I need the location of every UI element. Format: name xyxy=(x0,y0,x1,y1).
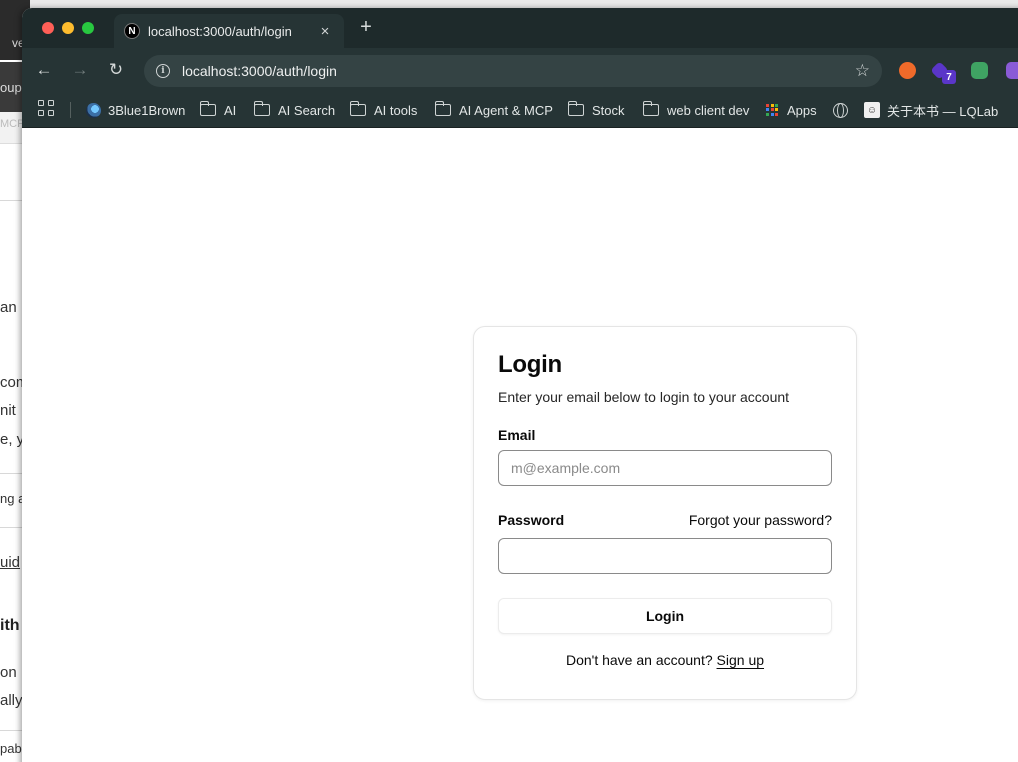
background-text: ally xyxy=(0,692,23,709)
background-text: on xyxy=(0,664,17,681)
browser-titlebar: N localhost:3000/auth/login × + xyxy=(22,8,1018,48)
background-text: MCP xyxy=(0,118,25,130)
browser-toolbar: ← → ↻ i localhost:3000/auth/login ☆ 7 xyxy=(22,48,1018,92)
bookmarks-bar: 3Blue1Brown AI AI Search AI tools AI Age… xyxy=(22,92,1018,128)
bookmark-label: web client dev xyxy=(667,102,750,118)
bookmark-label: AI xyxy=(224,102,237,118)
password-label: Password xyxy=(498,512,565,528)
extension-violet-icon[interactable] xyxy=(1006,62,1018,79)
background-text: uid xyxy=(0,554,21,571)
folder-icon xyxy=(434,101,451,116)
background-text: oup xyxy=(0,80,22,95)
extension-robot-icon[interactable] xyxy=(971,62,988,79)
folder-icon xyxy=(642,101,659,116)
face-icon: ☺ xyxy=(864,102,880,118)
bookmark-label: AI tools xyxy=(374,102,418,118)
background-divider xyxy=(0,527,24,528)
close-window-button[interactable] xyxy=(42,22,54,34)
globe-icon xyxy=(833,102,848,118)
address-url[interactable]: localhost:3000/auth/login xyxy=(182,63,855,79)
reload-button[interactable]: ↻ xyxy=(104,58,128,82)
background-text: ith xyxy=(0,617,20,634)
password-row: Password Forgot your password? xyxy=(498,512,832,528)
email-label: Email xyxy=(498,427,536,443)
login-button[interactable]: Login xyxy=(498,598,832,634)
tab-login[interactable]: N localhost:3000/auth/login × xyxy=(114,14,344,48)
maximize-window-button[interactable] xyxy=(82,22,94,34)
bookmark-3blue1brown[interactable]: 3Blue1Brown xyxy=(86,92,185,128)
bookmark-folder-web-client-dev[interactable]: web client dev xyxy=(642,92,750,128)
bookmark-label: 3Blue1Brown xyxy=(108,102,186,118)
new-tab-button[interactable]: + xyxy=(356,16,376,39)
signup-prompt: Don't have an account? xyxy=(565,652,717,668)
bookmark-label: AI Search xyxy=(278,102,336,118)
desktop: ve oup MCP an com nit e, y ng a uid ith … xyxy=(0,0,1018,762)
folder-icon xyxy=(567,101,584,116)
bookmarks-separator xyxy=(70,102,71,118)
login-card: Login Enter your email below to login to… xyxy=(473,326,857,700)
background-text: pab xyxy=(0,741,22,756)
background-divider xyxy=(0,473,24,474)
3b1b-icon xyxy=(86,102,101,118)
bookmark-star-icon[interactable]: ☆ xyxy=(855,61,870,81)
email-field[interactable] xyxy=(498,450,832,486)
page-content: Login Enter your email below to login to… xyxy=(22,129,1018,762)
folder-icon xyxy=(199,101,216,116)
background-divider xyxy=(0,200,24,201)
forgot-password-link[interactable]: Forgot your password? xyxy=(689,512,832,528)
signup-row: Don't have an account? Sign up xyxy=(498,652,832,668)
forward-button[interactable]: → xyxy=(68,58,92,82)
folder-icon xyxy=(349,101,366,116)
bookmark-folder-ai-tools[interactable]: AI tools xyxy=(349,92,418,128)
signup-link[interactable]: Sign up xyxy=(717,652,764,668)
apps-grid-icon xyxy=(766,103,779,117)
extension-orange-icon[interactable] xyxy=(899,62,916,79)
bookmark-label: Apps xyxy=(787,102,817,118)
back-button[interactable]: ← xyxy=(32,58,56,82)
site-info-icon[interactable]: i xyxy=(156,64,170,78)
bookmark-label: Stock xyxy=(592,102,625,118)
bookmark-lqlab[interactable]: ☺ 关于本书 — LQLab xyxy=(864,92,998,128)
bookmark-apps[interactable]: Apps xyxy=(766,92,817,128)
folder-icon xyxy=(253,101,270,116)
bookmark-folder-stock[interactable]: Stock xyxy=(567,92,625,128)
apps-grid-icon[interactable] xyxy=(38,100,56,118)
tab-title: localhost:3000/auth/login xyxy=(148,23,292,39)
minimize-window-button[interactable] xyxy=(62,22,74,34)
background-text: nit xyxy=(0,402,16,419)
bookmark-folder-ai[interactable]: AI xyxy=(199,92,237,128)
nextjs-favicon-icon: N xyxy=(124,23,140,39)
bookmark-label: AI Agent & MCP xyxy=(459,102,553,118)
bookmark-label: 关于本书 — LQLab xyxy=(887,103,999,119)
bookmark-globe[interactable] xyxy=(833,92,848,128)
login-description: Enter your email below to login to your … xyxy=(498,389,790,405)
background-divider xyxy=(0,730,24,731)
login-title: Login xyxy=(498,351,562,378)
bookmark-folder-ai-search[interactable]: AI Search xyxy=(253,92,336,128)
close-tab-icon[interactable]: × xyxy=(316,23,334,40)
address-bar[interactable]: i localhost:3000/auth/login ☆ xyxy=(144,55,882,87)
password-field[interactable] xyxy=(498,538,832,574)
browser-window: N localhost:3000/auth/login × + ← → ↻ i … xyxy=(22,8,1018,762)
background-text: e, y xyxy=(0,431,25,448)
background-text: an xyxy=(0,299,17,316)
bookmark-folder-ai-agent-mcp[interactable]: AI Agent & MCP xyxy=(434,92,553,128)
extension-badge: 7 xyxy=(942,70,956,84)
